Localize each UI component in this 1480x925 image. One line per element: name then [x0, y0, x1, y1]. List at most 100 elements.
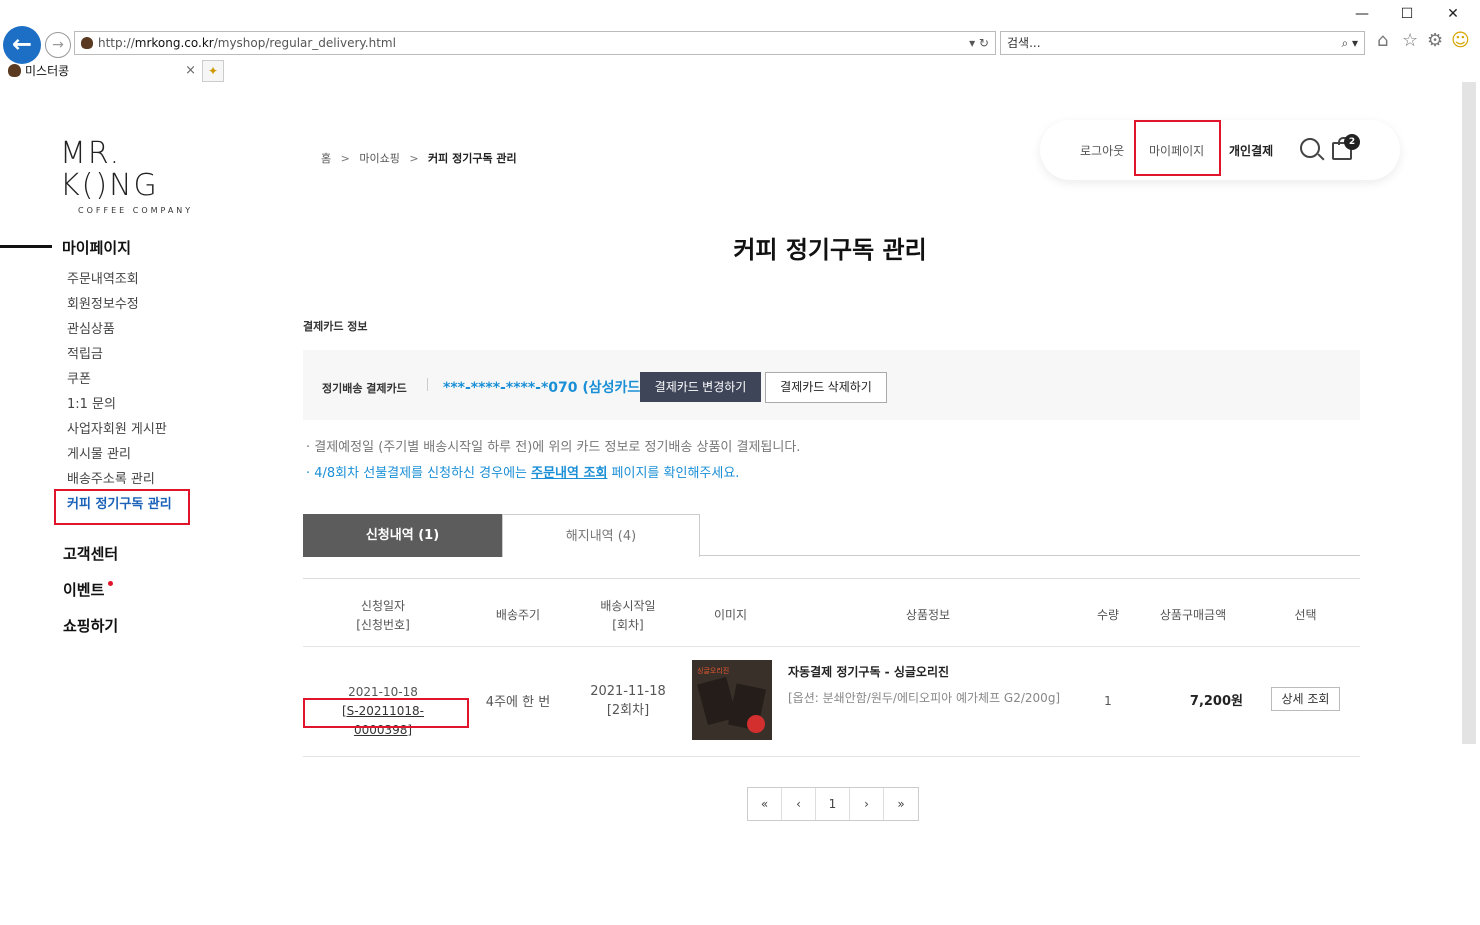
header-select: 선택: [1294, 608, 1317, 622]
refresh-icon[interactable]: ▾ ↻: [969, 32, 989, 54]
sticker-shape: [747, 715, 765, 733]
pager-last-button[interactable]: »: [884, 788, 918, 820]
change-card-button[interactable]: 결제카드 변경하기: [640, 372, 761, 402]
favorites-star-icon[interactable]: ☆: [1402, 30, 1418, 51]
smiley-feedback-icon[interactable]: ☺: [1451, 30, 1470, 51]
minimize-icon[interactable]: —: [1352, 6, 1372, 22]
search-icon[interactable]: ⌕ ▾: [1341, 32, 1358, 54]
delete-card-button[interactable]: 결제카드 삭제하기: [765, 372, 887, 403]
mypage-highlight-box: [1134, 120, 1221, 176]
logout-link[interactable]: 로그아웃: [1080, 142, 1124, 159]
header-round-label: [회차]: [612, 618, 644, 632]
card-section-title: 결제카드 정보: [303, 320, 368, 333]
address-bar[interactable]: http://mrkong.co.kr/myshop/regular_deliv…: [74, 31, 996, 55]
sidebar-menu: 주문내역조회 회원정보수정 관심상품 적립금 쿠폰 1:1 문의 사업자회원 게…: [67, 270, 172, 520]
maximize-icon[interactable]: ☐: [1397, 6, 1417, 22]
card-divider: [427, 378, 428, 391]
new-dot-icon: [108, 581, 114, 586]
header-apply-no-label: [신청번호]: [356, 618, 410, 632]
header-apply-date-label: 신청일자: [360, 599, 406, 613]
cell-start-date: 2021-11-18: [590, 684, 666, 699]
new-tab-button[interactable]: ✦: [202, 60, 224, 82]
pager-prev-button[interactable]: ‹: [782, 788, 816, 820]
table-row: 2021-10-18 [S-20211018-0000398] 4주에 한 번 …: [303, 647, 1360, 757]
sidebar-title[interactable]: 마이페이지: [62, 237, 131, 258]
site-logo[interactable]: MR. K()NG COFFEE COMPANY: [60, 138, 200, 216]
header-qty: 수량: [1096, 608, 1120, 622]
browser-tab[interactable]: 미스터콩 ×: [3, 60, 200, 82]
breadcrumb-sep: >: [409, 152, 419, 165]
sidebar-item-orders[interactable]: 주문내역조회: [67, 270, 172, 295]
cell-start: 2021-11-18 [2회차]: [583, 682, 673, 720]
browser-search-input[interactable]: 검색... ⌕ ▾: [1000, 31, 1365, 55]
cell-amount: 7,200원: [1189, 694, 1243, 709]
sidebar-item-wishlist[interactable]: 관심상품: [67, 320, 172, 345]
sidebar-item-member-info[interactable]: 회원정보수정: [67, 295, 172, 320]
search-placeholder: 검색...: [1007, 36, 1041, 50]
detail-view-button[interactable]: 상세 조회: [1271, 687, 1340, 711]
sidebar-item-posts[interactable]: 게시물 관리: [67, 445, 172, 470]
header-product: 상품정보: [905, 608, 951, 622]
subscription-table: 신청일자 [신청번호] 배송주기 배송시작일 [회차] 이미지 상품정보 수량 …: [303, 578, 1360, 757]
order-history-link[interactable]: 주문내역 조회: [531, 466, 607, 481]
site-favicon-icon: [81, 37, 93, 49]
breadcrumb-sep: >: [340, 152, 350, 165]
card-label: 정기배송 결제카드: [322, 382, 407, 395]
pager-first-button[interactable]: «: [748, 788, 782, 820]
tab-applied[interactable]: 신청내역 (1): [303, 514, 502, 557]
page-scrollbar[interactable]: [1462, 82, 1476, 744]
close-window-icon[interactable]: ✕: [1443, 6, 1463, 22]
sidebar-event-label: 이벤트: [63, 581, 105, 599]
cell-round: [2회차]: [606, 703, 650, 718]
forward-button[interactable]: →: [45, 32, 71, 58]
product-name[interactable]: 자동결제 정기구독 - 싱글오리진: [788, 663, 949, 680]
top-navigation: 로그아웃 마이페이지 개인결제 2: [1040, 120, 1400, 180]
home-icon[interactable]: ⌂: [1377, 30, 1388, 51]
url-prefix: http://: [98, 36, 135, 50]
payment-note: · 결제예정일 (주기별 배송시작일 하루 전)에 위의 카드 정보로 정기배송…: [306, 440, 801, 455]
sidebar-item-coupon[interactable]: 쿠폰: [67, 370, 172, 395]
pagination: « ‹ 1 › »: [747, 787, 919, 821]
breadcrumb-myshopping[interactable]: 마이쇼핑: [359, 152, 399, 165]
header-amount: 상품구매금액: [1159, 608, 1227, 622]
sidebar-item-business-board[interactable]: 사업자회원 게시판: [67, 420, 172, 445]
tab-title: 미스터콩: [25, 64, 70, 78]
header-cycle: 배송주기: [495, 608, 541, 622]
apply-no-highlight-box: [303, 698, 469, 728]
sidebar-customer-center[interactable]: 고객센터: [63, 543, 118, 564]
header-apply-date: 신청일자 [신청번호]: [333, 597, 433, 635]
sidebar-item-points[interactable]: 적립금: [67, 345, 172, 370]
product-image[interactable]: 싱글오리진: [692, 660, 772, 740]
tab-close-icon[interactable]: ×: [185, 60, 196, 82]
table-header-row: 신청일자 [신청번호] 배송주기 배송시작일 [회차] 이미지 상품정보 수량 …: [303, 579, 1360, 647]
prepay-note-prefix: · 4/8회차 선불결제를 신청하신 경우에는: [306, 466, 532, 481]
sidebar-title-line: [0, 245, 52, 248]
prepay-note: · 4/8회차 선불결제를 신청하신 경우에는 주문내역 조회 페이지를 확인해…: [306, 462, 739, 481]
pager-next-button[interactable]: ›: [850, 788, 884, 820]
url-path: /myshop/regular_delivery.html: [213, 36, 396, 50]
sidebar-event[interactable]: 이벤트: [63, 579, 114, 600]
breadcrumb-current: 커피 정기구독 관리: [428, 152, 517, 165]
browser-chrome: — ☐ ✕ ← → http://mrkong.co.kr/myshop/reg…: [0, 0, 1480, 82]
logo-sub: COFFEE COMPANY: [78, 206, 194, 215]
product-image-tag: 싱글오리진: [697, 667, 730, 675]
back-button[interactable]: ←: [3, 26, 41, 64]
sidebar-item-inquiry[interactable]: 1:1 문의: [67, 395, 172, 420]
sidebar-shopping[interactable]: 쇼핑하기: [63, 615, 118, 636]
breadcrumb-home[interactable]: 홈: [321, 152, 331, 165]
personal-payment-link[interactable]: 개인결제: [1229, 142, 1273, 159]
tab-favicon-icon: [8, 64, 21, 77]
search-icon[interactable]: [1300, 138, 1320, 158]
subscription-tabs: 신청내역 (1) 해지내역 (4): [303, 514, 1360, 557]
url-host: mrkong.co.kr: [134, 36, 214, 50]
cell-qty: 1: [1104, 694, 1112, 708]
tab-cancelled[interactable]: 해지내역 (4): [502, 514, 700, 557]
pager-page-1[interactable]: 1: [816, 788, 850, 820]
breadcrumb: 홈 > 마이쇼핑 > 커피 정기구독 관리: [321, 150, 517, 166]
settings-gear-icon[interactable]: ⚙: [1427, 30, 1443, 51]
cell-cycle: 4주에 한 번: [485, 695, 551, 710]
header-image: 이미지: [713, 608, 748, 622]
header-start-date-label: 배송시작일: [600, 599, 656, 613]
subscription-highlight-box: [54, 489, 190, 525]
header-start-date: 배송시작일 [회차]: [583, 597, 673, 635]
